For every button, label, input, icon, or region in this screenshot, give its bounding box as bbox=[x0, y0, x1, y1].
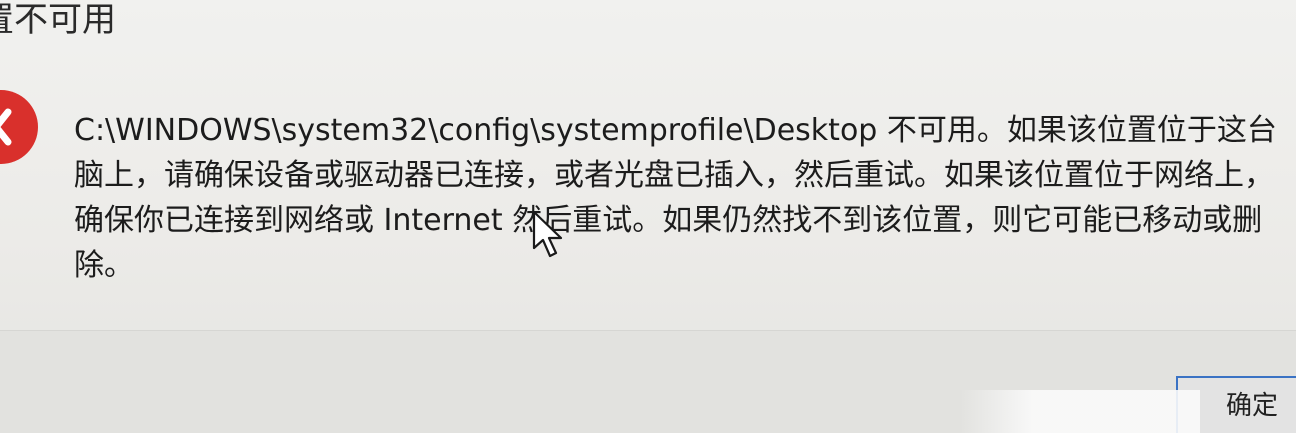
error-icon bbox=[0, 90, 38, 164]
dialog-title: 置不可用 bbox=[0, 0, 116, 40]
error-message: C:\WINDOWS\system32\config\systemprofile… bbox=[74, 108, 1296, 288]
message-line: 脑上，请确保设备或驱动器已连接，或者光盘已插入，然后重试。如果该位置位于网络上， bbox=[74, 158, 1274, 193]
mouse-cursor-icon bbox=[532, 210, 563, 258]
message-line: C:\WINDOWS\system32\config\systemprofile… bbox=[74, 113, 1277, 148]
error-dialog: 置不可用 C:\WINDOWS\system32\config\systempr… bbox=[0, 0, 1296, 433]
message-line: 确保你已连接到网络或 Internet 然后重试。如果仍然找不到该位置，则它可能… bbox=[74, 203, 1263, 238]
screen-glare bbox=[960, 390, 1200, 433]
message-line: 除。 bbox=[74, 248, 134, 283]
